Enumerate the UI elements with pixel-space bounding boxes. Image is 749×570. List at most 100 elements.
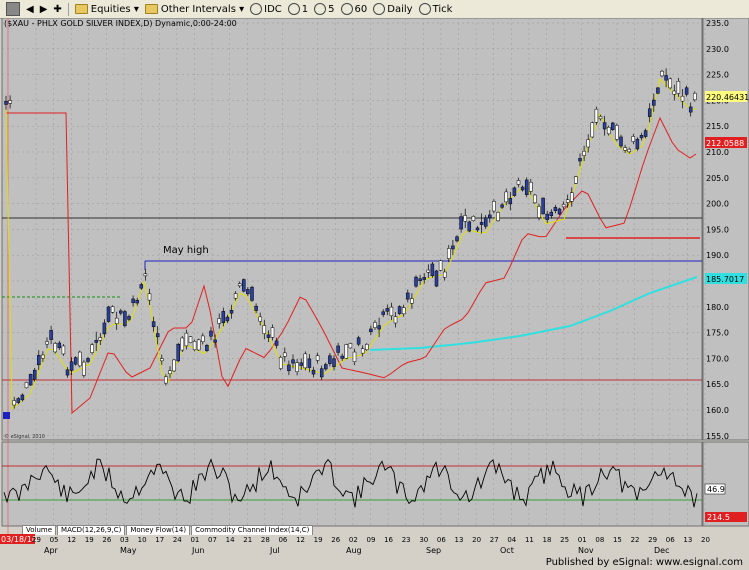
- day-tick-label: 16: [384, 536, 393, 544]
- candle-body: [246, 289, 250, 295]
- candle-body: [652, 99, 656, 106]
- footer: Published by eSignal: www.esignal.com: [0, 556, 749, 570]
- candle-body: [28, 374, 33, 386]
- day-tick-label: 14: [226, 536, 235, 544]
- day-tick-label: 01: [578, 536, 587, 544]
- day-tick-label: 06: [666, 536, 675, 544]
- price-tick-label: 235.0: [706, 19, 729, 28]
- day-tick-label: 04: [507, 536, 516, 544]
- radio-icon: [250, 3, 263, 15]
- candle-body: [188, 336, 193, 343]
- candle-body: [401, 307, 406, 315]
- candle-body: [553, 207, 558, 212]
- candle-body: [365, 344, 369, 350]
- candle-body: [332, 358, 336, 368]
- candle-body: [24, 382, 29, 389]
- candle-body: [69, 361, 74, 371]
- candle-body: [512, 187, 517, 196]
- candle-body: [49, 330, 53, 340]
- candle-body: [586, 139, 590, 148]
- candle-body: [86, 358, 90, 362]
- candle-body: [631, 136, 636, 142]
- other-intervals-button[interactable]: Other Intervals ▾: [144, 1, 244, 17]
- day-tick-label: 07: [208, 536, 217, 544]
- ma50-price-label: 212.0588: [706, 139, 744, 148]
- arrow-right-icon[interactable]: ▶: [40, 1, 48, 17]
- candle-body: [693, 92, 697, 101]
- day-tick-label: 13: [683, 536, 692, 544]
- candle-body: [221, 311, 226, 324]
- day-tick-label: 26: [102, 536, 111, 544]
- candle-body: [123, 311, 127, 327]
- candle-body: [500, 204, 504, 208]
- candle-body: [217, 318, 221, 324]
- candle-body: [377, 325, 381, 330]
- day-tick-label: 30: [419, 536, 428, 544]
- interval-tick-button[interactable]: Tick: [418, 1, 452, 17]
- candle-body: [78, 351, 82, 367]
- day-tick-label: 05: [50, 536, 59, 544]
- price-tick-label: 160.0: [706, 406, 729, 415]
- candle-body: [291, 359, 295, 364]
- candle-body: [143, 273, 148, 277]
- interval-1-button[interactable]: 1: [287, 1, 308, 17]
- candle-body: [475, 227, 480, 231]
- candle-body: [381, 311, 385, 315]
- day-tick-label: 06: [278, 536, 287, 544]
- candle-body: [524, 179, 529, 195]
- day-tick-label: 06: [437, 536, 446, 544]
- candle-body: [406, 292, 410, 300]
- candle-body: [463, 215, 467, 222]
- candle-body: [389, 306, 394, 316]
- equities-button[interactable]: Equities ▾: [74, 1, 139, 17]
- candle-body: [319, 368, 324, 378]
- candle-body: [172, 359, 176, 372]
- candle-body: [488, 214, 492, 219]
- candle-body: [53, 343, 57, 353]
- day-tick-label: 28: [261, 536, 270, 544]
- candle-body: [537, 206, 541, 218]
- candle-body: [369, 328, 373, 333]
- price-tick-label: 155.0: [706, 432, 729, 441]
- chart-icon[interactable]: [6, 1, 20, 17]
- interval-60-button[interactable]: 60: [340, 1, 367, 17]
- day-tick-label: 01: [190, 536, 199, 544]
- idc-button[interactable]: IDC: [250, 1, 282, 17]
- crosshair-icon[interactable]: ✚: [53, 1, 61, 17]
- candle-body: [196, 339, 201, 351]
- candle-body: [254, 305, 258, 311]
- candle-body: [328, 355, 332, 364]
- candle-body: [627, 148, 631, 153]
- candle-body: [684, 87, 689, 95]
- candle-body: [340, 355, 344, 359]
- arrow-left-icon[interactable]: ◀: [26, 1, 34, 17]
- candle-body: [307, 358, 312, 368]
- candle-body: [582, 150, 586, 156]
- candle-body: [295, 362, 299, 372]
- may-high-label: May high: [163, 245, 209, 256]
- price-chart[interactable]: ($XAU - PHLX GOLD SILVER INDEX,D) Dynami…: [0, 18, 749, 534]
- candle-body: [438, 260, 443, 271]
- candle-body: [356, 337, 361, 345]
- candle-body: [258, 316, 262, 322]
- candle-body: [602, 122, 607, 130]
- radio-icon: [373, 3, 386, 15]
- day-tick-label: 29: [32, 536, 41, 544]
- day-tick-label: 12: [67, 536, 76, 544]
- price-tick-label: 215.0: [706, 122, 729, 131]
- month-label: Jun: [191, 546, 205, 555]
- price-tick-label: 170.0: [706, 354, 729, 363]
- day-tick-label: 03: [120, 536, 129, 544]
- publisher-label: Published by eSignal: www.esignal.com: [545, 557, 743, 568]
- interval-5-button[interactable]: 5: [314, 1, 335, 17]
- candle-body: [237, 283, 242, 287]
- day-tick-label: 21: [243, 536, 252, 544]
- candle-body: [414, 276, 418, 287]
- month-label: Dec: [654, 546, 669, 555]
- toolbar: ◀ ▶ ✚ Equities ▾ Other Intervals ▾ IDC 1…: [0, 0, 749, 19]
- interval-daily-button[interactable]: Daily: [373, 1, 413, 17]
- candle-body: [8, 100, 12, 104]
- candle-body: [213, 339, 217, 343]
- candle-body: [393, 316, 398, 324]
- candle-body: [529, 181, 533, 192]
